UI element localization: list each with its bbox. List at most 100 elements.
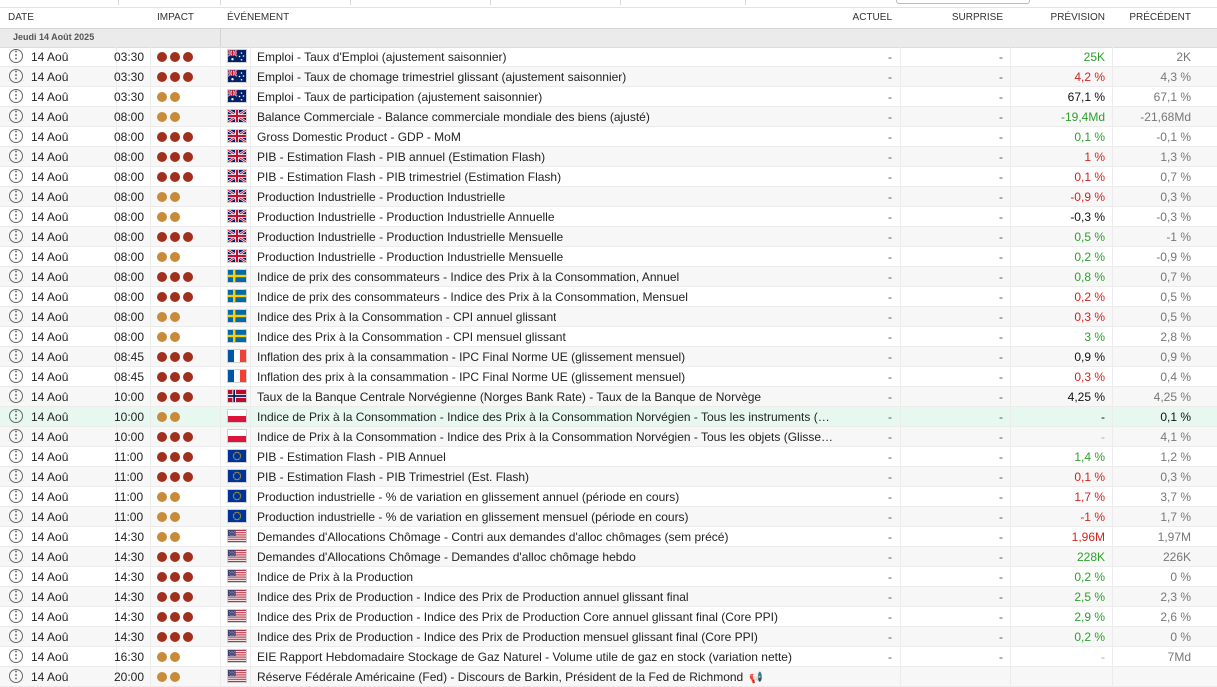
table-row[interactable]: ⋮ 14 Aoû 11:00 Production industrielle - % … <box>0 507 1217 527</box>
event-title[interactable]: Emploi - Taux d'Emploi (ajustement saiso… <box>257 50 507 64</box>
info-icon[interactable]: ⋮ <box>9 489 23 503</box>
info-icon[interactable]: ⋮ <box>9 569 23 583</box>
info-icon[interactable]: ⋮ <box>9 109 23 123</box>
table-row[interactable]: ⋮ 14 Aoû 08:00 Indice des Prix à la Consomm… <box>0 327 1217 347</box>
event-title[interactable]: Indice des Prix de Production - Indice d… <box>257 630 758 644</box>
info-icon[interactable]: ⋮ <box>9 589 23 603</box>
table-row[interactable]: ⋮ 14 Aoû 08:45 Inflation des prix à la cons… <box>0 347 1217 367</box>
table-row[interactable]: ⋮ 14 Aoû 14:30 Indice de Prix à la Producti… <box>0 567 1217 587</box>
table-row[interactable]: ⋮ 14 Aoû 08:00 Indice de prix des consommat… <box>0 287 1217 307</box>
table-row[interactable]: ⋮ 14 Aoû 08:00 PIB - Estimation Flash - PIB… <box>0 147 1217 167</box>
table-row[interactable]: ⋮ 14 Aoû 11:00 PIB - Estimation Flash - PIB… <box>0 447 1217 467</box>
table-row[interactable]: ⋮ 14 Aoû 08:00 Production Industrielle - Pr… <box>0 247 1217 267</box>
info-icon[interactable]: ⋮ <box>9 529 23 543</box>
info-icon[interactable]: ⋮ <box>9 129 23 143</box>
info-icon[interactable]: ⋮ <box>9 429 23 443</box>
col-header-actual[interactable]: ACTUEL <box>853 12 892 23</box>
event-title[interactable]: Production Industrielle - Production Ind… <box>257 210 555 224</box>
info-icon[interactable]: ⋮ <box>9 549 23 563</box>
table-row[interactable]: ⋮ 14 Aoû 11:00 PIB - Estimation Flash - PIB… <box>0 467 1217 487</box>
table-row[interactable]: ⋮ 14 Aoû 08:00 Production Industrielle - Pr… <box>0 227 1217 247</box>
col-header-date[interactable]: DATE <box>8 12 34 23</box>
info-icon[interactable]: ⋮ <box>9 189 23 203</box>
table-row[interactable]: ⋮ 14 Aoû 03:30 Emploi - Taux d'Emploi (ajus… <box>0 47 1217 67</box>
event-title[interactable]: Indice de Prix à la Consommation - Indic… <box>257 410 830 424</box>
table-row[interactable]: ⋮ 14 Aoû 03:30 Emploi - Taux de chomage tri… <box>0 67 1217 87</box>
info-icon[interactable]: ⋮ <box>9 369 23 383</box>
event-title[interactable]: Taux de la Banque Centrale Norvégienne (… <box>257 390 761 404</box>
event-title[interactable]: EIE Rapport Hebdomadaire Stockage de Gaz… <box>257 650 792 664</box>
table-row[interactable]: ⋮ 14 Aoû 14:30 Indice des Prix de Productio… <box>0 607 1217 627</box>
event-title[interactable]: Demandes d'Allocations Chômage - Contri … <box>257 530 728 544</box>
event-title[interactable]: Indice de prix des consommateurs - Indic… <box>257 290 688 304</box>
info-icon[interactable]: ⋮ <box>9 609 23 623</box>
info-icon[interactable]: ⋮ <box>9 169 23 183</box>
col-header-previous[interactable]: PRÉCÉDENT <box>1129 12 1191 23</box>
table-row[interactable]: ⋮ 14 Aoû 08:00 PIB - Estimation Flash - PIB… <box>0 167 1217 187</box>
toolbar-dropdown[interactable] <box>896 0 1030 4</box>
event-title[interactable]: Indice des Prix de Production - Indice d… <box>257 610 778 624</box>
info-icon[interactable]: ⋮ <box>9 669 23 683</box>
event-title[interactable]: Inflation des prix à la consammation - I… <box>257 370 685 384</box>
info-icon[interactable]: ⋮ <box>9 509 23 523</box>
info-icon[interactable]: ⋮ <box>9 249 23 263</box>
table-row[interactable]: ⋮ 14 Aoû 08:45 Inflation des prix à la cons… <box>0 367 1217 387</box>
info-icon[interactable]: ⋮ <box>9 469 23 483</box>
info-icon[interactable]: ⋮ <box>9 89 23 103</box>
table-row[interactable]: ⋮ 14 Aoû 10:00 Taux de la Banque Centrale N… <box>0 387 1217 407</box>
info-icon[interactable]: ⋮ <box>9 389 23 403</box>
col-header-surprise[interactable]: SURPRISE <box>952 12 1003 23</box>
event-title[interactable]: Indice des Prix de Production - Indice d… <box>257 590 689 604</box>
event-title[interactable]: Demandes d'Allocations Chômage - Demande… <box>257 550 636 564</box>
info-icon[interactable]: ⋮ <box>9 349 23 363</box>
info-icon[interactable]: ⋮ <box>9 269 23 283</box>
info-icon[interactable]: ⋮ <box>9 649 23 663</box>
event-title[interactable]: PIB - Estimation Flash - PIB Annuel <box>257 450 446 464</box>
info-icon[interactable]: ⋮ <box>9 49 23 63</box>
table-row[interactable]: ⋮ 14 Aoû 20:00 Réserve Fédérale Américaine … <box>0 667 1217 687</box>
col-header-event[interactable]: ÉVÉNEMENT <box>227 12 289 23</box>
info-icon[interactable]: ⋮ <box>9 449 23 463</box>
event-title[interactable]: PIB - Estimation Flash - PIB annuel (Est… <box>257 150 545 164</box>
table-row[interactable]: ⋮ 14 Aoû 10:00 Indice de Prix à la Consomma… <box>0 427 1217 447</box>
info-icon[interactable]: ⋮ <box>9 149 23 163</box>
info-icon[interactable]: ⋮ <box>9 309 23 323</box>
event-title[interactable]: Production industrielle - % de variation… <box>257 490 679 504</box>
event-title[interactable]: Balance Commerciale - Balance commercial… <box>257 110 650 124</box>
event-title[interactable]: PIB - Estimation Flash - PIB trimestriel… <box>257 170 561 184</box>
table-row[interactable]: ⋮ 14 Aoû 14:30 Indice des Prix de Productio… <box>0 627 1217 647</box>
event-title[interactable]: Emploi - Taux de chomage trimestriel gli… <box>257 70 626 84</box>
event-title[interactable]: Gross Domestic Product - GDP - MoM <box>257 130 461 144</box>
table-row[interactable]: ⋮ 14 Aoû 11:00 Production industrielle - % … <box>0 487 1217 507</box>
table-row[interactable]: ⋮ 14 Aoû 08:00 Production Industrielle - Pr… <box>0 207 1217 227</box>
table-row[interactable]: ⋮ 14 Aoû 14:30 Demandes d'Allocations Chôma… <box>0 547 1217 567</box>
table-row[interactable]: ⋮ 14 Aoû 08:00 Indice des Prix à la Consomm… <box>0 307 1217 327</box>
event-title[interactable]: Production Industrielle - Production Ind… <box>257 190 505 204</box>
event-title[interactable]: Production industrielle - % de variation… <box>257 510 689 524</box>
table-row[interactable]: ⋮ 14 Aoû 08:00 Gross Domestic Product - GDP… <box>0 127 1217 147</box>
table-row[interactable]: ⋮ 14 Aoû 16:30 EIE Rapport Hebdomadaire Sto… <box>0 647 1217 667</box>
info-icon[interactable]: ⋮ <box>9 409 23 423</box>
event-title[interactable]: Indice de Prix à la Consommation - Indic… <box>257 430 833 444</box>
table-row[interactable]: ⋮ 14 Aoû 03:30 Emploi - Taux de participati… <box>0 87 1217 107</box>
event-title[interactable]: Emploi - Taux de participation (ajusteme… <box>257 90 542 104</box>
info-icon[interactable]: ⋮ <box>9 329 23 343</box>
col-header-forecast[interactable]: PRÉVISION <box>1051 12 1105 23</box>
event-title[interactable]: Indice de prix des consommateurs - Indic… <box>257 270 679 284</box>
event-title[interactable]: PIB - Estimation Flash - PIB Trimestriel… <box>257 470 529 484</box>
col-header-impact[interactable]: IMPACT <box>157 12 194 23</box>
info-icon[interactable]: ⋮ <box>9 209 23 223</box>
event-title[interactable]: Indice de Prix à la Production <box>257 570 413 584</box>
table-row[interactable]: ⋮ 14 Aoû 08:00 Indice de prix des consommat… <box>0 267 1217 287</box>
event-title[interactable]: Production Industrielle - Production Ind… <box>257 250 563 264</box>
event-title[interactable]: Indice des Prix à la Consommation - CPI … <box>257 310 556 324</box>
event-title[interactable]: Production Industrielle - Production Ind… <box>257 230 563 244</box>
info-icon[interactable]: ⋮ <box>9 289 23 303</box>
event-title[interactable]: Réserve Fédérale Américaine (Fed) - Disc… <box>257 670 763 684</box>
event-title[interactable]: Inflation des prix à la consammation - I… <box>257 350 685 364</box>
info-icon[interactable]: ⋮ <box>9 629 23 643</box>
info-icon[interactable]: ⋮ <box>9 229 23 243</box>
table-row[interactable]: ⋮ 14 Aoû 10:00 Indice de Prix à la Consomma… <box>0 407 1217 427</box>
event-title[interactable]: Indice des Prix à la Consommation - CPI … <box>257 330 566 344</box>
table-row[interactable]: ⋮ 14 Aoû 08:00 Balance Commerciale - Balanc… <box>0 107 1217 127</box>
